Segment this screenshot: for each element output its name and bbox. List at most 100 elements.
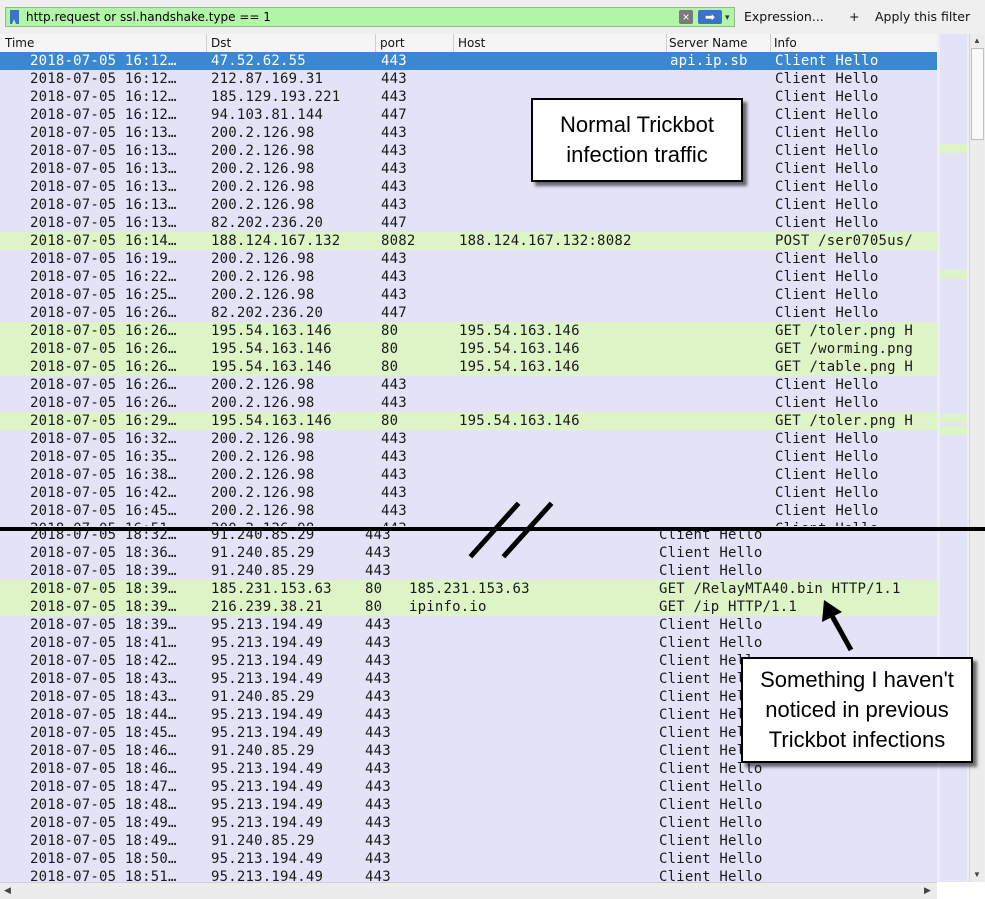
table-row[interactable]: 2018-07-05 16:13… 200.2.126.98 443 Client H… — [0, 178, 937, 196]
column-header-dst[interactable]: Dst — [211, 36, 231, 50]
clear-filter-icon[interactable]: × — [679, 10, 693, 24]
cell-host: 195.54.163.146 — [459, 323, 580, 339]
table-row[interactable]: 2018-07-05 18:39… 91.240.85.29 443 Client H… — [0, 562, 937, 580]
cell-info: Client Hello — [775, 449, 879, 465]
cell-host: 195.54.163.146 — [459, 359, 580, 375]
cell-port: 443 — [365, 725, 391, 741]
scroll-left-icon[interactable]: ◀ — [4, 885, 11, 896]
table-row[interactable]: 2018-07-05 18:47… 95.213.194.49 443 Client … — [0, 778, 937, 796]
cell-dst: 95.213.194.49 — [211, 761, 324, 777]
table-row[interactable]: 2018-07-05 18:49… 91.240.85.29 443 Client H… — [0, 832, 937, 850]
column-header-server-name[interactable]: Server Name — [669, 36, 748, 50]
cell-port: 443 — [381, 161, 407, 177]
cell-host: ipinfo.io — [409, 599, 487, 615]
display-filter-input[interactable] — [26, 9, 676, 25]
cell-time: 2018-07-05 16:38… — [30, 467, 177, 483]
table-row[interactable]: 2018-07-05 18:39… 216.239.38.21 80 ipinfo.i… — [0, 598, 937, 616]
column-divider[interactable] — [770, 34, 771, 52]
table-row[interactable]: 2018-07-05 16:42… 200.2.126.98 443 Client H… — [0, 484, 937, 502]
cell-time: 2018-07-05 16:42… — [30, 485, 177, 501]
cell-host: 185.231.153.63 — [409, 581, 530, 597]
bookmark-icon[interactable] — [10, 10, 19, 24]
table-row[interactable]: 2018-07-05 18:41… 95.213.194.49 443 Client … — [0, 634, 937, 652]
cell-info: Client Hello — [775, 251, 879, 267]
cell-port: 443 — [381, 377, 407, 393]
table-row[interactable]: 2018-07-05 18:39… 185.231.153.63 80 185.231… — [0, 580, 937, 598]
cell-info: GET /ip HTTP/1.1 — [659, 599, 798, 615]
table-row[interactable]: 2018-07-05 18:49… 95.213.194.49 443 Client … — [0, 814, 937, 832]
column-divider[interactable] — [375, 34, 376, 52]
cell-info: Client Hello — [775, 215, 879, 231]
cell-port: 443 — [381, 89, 407, 105]
table-row[interactable]: 2018-07-05 16:35… 200.2.126.98 443 Client H… — [0, 448, 937, 466]
scroll-down-icon[interactable]: ▼ — [973, 870, 981, 879]
table-row[interactable]: 2018-07-05 16:19… 200.2.126.98 443 Client H… — [0, 250, 937, 268]
table-row[interactable]: 2018-07-05 16:26… 195.54.163.146 80 195.54.… — [0, 358, 937, 376]
cell-info: GET /table.png H — [775, 359, 914, 375]
column-divider[interactable] — [666, 34, 667, 52]
table-row[interactable]: 2018-07-05 18:50… 95.213.194.49 443 Client … — [0, 850, 937, 868]
table-row[interactable]: 2018-07-05 16:26… 195.54.163.146 80 195.54.… — [0, 340, 937, 358]
cell-port: 443 — [365, 635, 391, 651]
apply-filter-arrow-icon[interactable]: ➡ — [698, 10, 722, 24]
cell-info: Client Hello — [659, 761, 763, 777]
cell-port: 80 — [365, 581, 383, 597]
table-row[interactable]: 2018-07-05 16:13… 82.202.236.20 447 Client … — [0, 214, 937, 232]
apply-this-filter-button[interactable]: Apply this filter — [875, 9, 970, 24]
table-row[interactable]: 2018-07-05 16:12… 185.129.193.221 443 Clien… — [0, 88, 937, 106]
add-filter-button-icon[interactable]: + — [849, 9, 859, 24]
table-row[interactable]: 2018-07-05 16:25… 200.2.126.98 443 Client H… — [0, 286, 937, 304]
table-row[interactable]: 2018-07-05 16:12… 94.103.81.144 447 Client … — [0, 106, 937, 124]
chevron-down-icon[interactable]: ▾ — [725, 10, 730, 24]
table-row[interactable]: 2018-07-05 18:51… 95.213.194.49 443 Client … — [0, 868, 937, 882]
scroll-right-icon[interactable]: ▶ — [924, 885, 931, 896]
scrollbar-thumb[interactable] — [971, 48, 984, 140]
table-row[interactable]: 2018-07-05 18:48… 95.213.194.49 443 Client … — [0, 796, 937, 814]
cell-time: 2018-07-05 16:26… — [30, 395, 177, 411]
table-row[interactable]: 2018-07-05 16:13… 200.2.126.98 443 Client H… — [0, 196, 937, 214]
column-header-host[interactable]: Host — [458, 36, 485, 50]
table-row[interactable]: 2018-07-05 16:45… 200.2.126.98 443 Client H… — [0, 502, 937, 520]
table-row[interactable]: 2018-07-05 16:13… 200.2.126.98 443 Client H… — [0, 160, 937, 178]
horizontal-scrollbar[interactable]: ◀ ▶ — [0, 882, 937, 899]
column-header-info[interactable]: Info — [774, 36, 797, 50]
cell-dst: 200.2.126.98 — [211, 143, 315, 159]
table-row[interactable]: 2018-07-05 16:29… 195.54.163.146 80 195.54.… — [0, 412, 937, 430]
table-row[interactable]: 2018-07-05 16:13… 200.2.126.98 443 Client H… — [0, 142, 937, 160]
cell-time: 2018-07-05 18:41… — [30, 635, 177, 651]
expression-button[interactable]: Expression... — [744, 9, 824, 24]
cell-dst: 94.103.81.144 — [211, 107, 324, 123]
cell-time: 2018-07-05 16:26… — [30, 305, 177, 321]
annotation-line: Normal Trickbot — [559, 112, 715, 137]
column-divider[interactable] — [206, 34, 207, 52]
cell-port: 443 — [381, 143, 407, 159]
column-header-port[interactable]: port — [380, 36, 405, 50]
cell-dst: 95.213.194.49 — [211, 797, 324, 813]
table-row[interactable]: 2018-07-05 16:22… 200.2.126.98 443 Client H… — [0, 268, 937, 286]
cell-dst: 91.240.85.29 — [211, 743, 315, 759]
table-row[interactable]: 2018-07-05 18:36… 91.240.85.29 443 Client H… — [0, 544, 937, 562]
cell-dst: 200.2.126.98 — [211, 179, 315, 195]
cell-info: Client Hello — [775, 377, 879, 393]
table-row[interactable]: 2018-07-05 16:26… 82.202.236.20 447 Client … — [0, 304, 937, 322]
table-row[interactable]: 2018-07-05 16:12… 47.52.62.55 443 api.ip.sb… — [0, 52, 937, 70]
minimap-mark — [940, 426, 967, 435]
display-filter-bar[interactable]: × ➡ ▾ — [5, 7, 735, 27]
table-row[interactable]: 2018-07-05 16:26… 200.2.126.98 443 Client H… — [0, 376, 937, 394]
annotation-line: infection traffic — [566, 142, 708, 167]
cell-port: 443 — [381, 287, 407, 303]
table-row[interactable]: 2018-07-05 16:38… 200.2.126.98 443 Client H… — [0, 466, 937, 484]
table-row[interactable]: 2018-07-05 16:12… 212.87.169.31 443 Client … — [0, 70, 937, 88]
cell-port: 443 — [365, 833, 391, 849]
scroll-up-icon[interactable]: ▲ — [973, 36, 981, 45]
table-row[interactable]: 2018-07-05 16:32… 200.2.126.98 443 Client H… — [0, 430, 937, 448]
column-header-time[interactable]: Time — [5, 36, 34, 50]
table-row[interactable]: 2018-07-05 16:26… 200.2.126.98 443 Client H… — [0, 394, 937, 412]
table-row[interactable]: 2018-07-05 18:39… 95.213.194.49 443 Client … — [0, 616, 937, 634]
cell-info: Client Hello — [775, 53, 879, 69]
table-row[interactable]: 2018-07-05 16:13… 200.2.126.98 443 Client H… — [0, 124, 937, 142]
column-divider[interactable] — [453, 34, 454, 52]
table-row[interactable]: 2018-07-05 16:14… 188.124.167.132 8082 188.… — [0, 232, 937, 250]
cell-time: 2018-07-05 18:39… — [30, 617, 177, 633]
table-row[interactable]: 2018-07-05 16:26… 195.54.163.146 80 195.54.… — [0, 322, 937, 340]
